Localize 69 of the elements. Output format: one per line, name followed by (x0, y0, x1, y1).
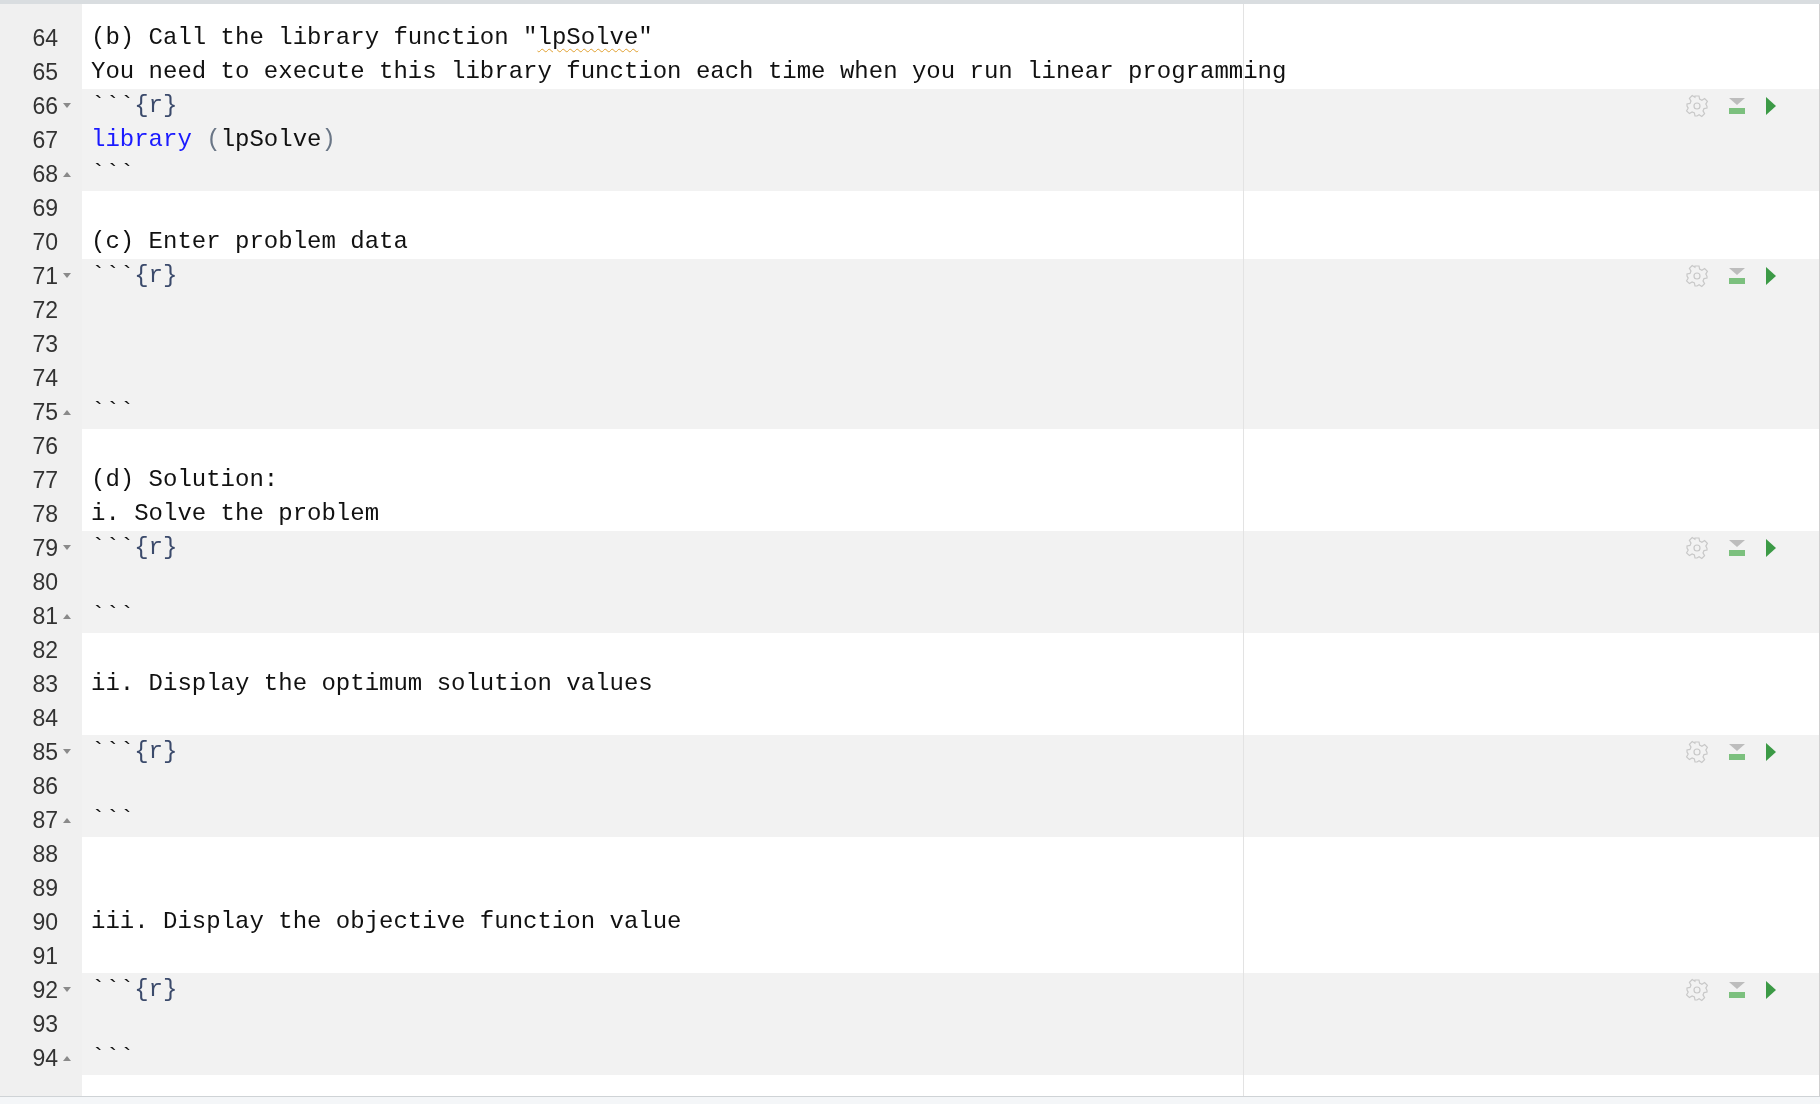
run-above-icon[interactable] (1727, 96, 1747, 116)
fold-up-icon[interactable] (62, 1054, 72, 1062)
fold-up-icon[interactable] (62, 170, 72, 178)
run-chunk-icon[interactable] (1765, 96, 1777, 116)
line-number: 92 (32, 975, 58, 1005)
line-number: 73 (32, 329, 58, 359)
line-number: 69 (32, 193, 58, 223)
line-number: 76 (32, 431, 58, 461)
code-line: ```{r} (90, 737, 178, 767)
run-chunk-icon[interactable] (1765, 266, 1777, 286)
text-line: i. Solve the problem (90, 499, 380, 529)
line-number: 86 (32, 771, 58, 801)
code-line: ```{r} (90, 261, 178, 291)
line-number: 77 (32, 465, 58, 495)
run-chunk-icon[interactable] (1765, 538, 1777, 558)
run-above-icon[interactable] (1727, 742, 1747, 762)
line-number: 70 (32, 227, 58, 257)
fold-up-icon[interactable] (62, 612, 72, 620)
fold-down-icon[interactable] (62, 748, 72, 756)
fold-up-icon[interactable] (62, 408, 72, 416)
line-number: 79 (32, 533, 58, 563)
line-number: 90 (32, 907, 58, 937)
code-line: ```{r} (90, 91, 178, 121)
line-number: 94 (32, 1043, 58, 1073)
fold-down-icon[interactable] (62, 272, 72, 280)
line-number: 66 (32, 91, 58, 121)
line-number: 85 (32, 737, 58, 767)
code-line: ``` (90, 159, 135, 189)
fold-down-icon[interactable] (62, 102, 72, 110)
line-number: 65 (32, 57, 58, 87)
text-line: (c) Enter problem data (90, 227, 408, 257)
code-line: ```{r} (90, 975, 178, 1005)
line-number: 84 (32, 703, 58, 733)
line-number: 93 (32, 1009, 58, 1039)
run-chunk-icon[interactable] (1765, 742, 1777, 762)
text-line: ii. Display the optimum solution values (90, 669, 653, 699)
line-number: 88 (32, 839, 58, 869)
run-above-icon[interactable] (1727, 538, 1747, 558)
text-line: You need to execute this library function each time when you run linear programming (90, 57, 1287, 87)
fold-down-icon[interactable] (62, 544, 72, 552)
run-above-icon[interactable] (1727, 266, 1747, 286)
code-line: library (lpSolve) (90, 125, 336, 155)
line-number: 78 (32, 499, 58, 529)
line-number: 80 (32, 567, 58, 597)
line-number: 72 (32, 295, 58, 325)
line-number: 91 (32, 941, 58, 971)
line-number: 83 (32, 669, 58, 699)
line-number: 81 (32, 601, 58, 631)
run-above-icon[interactable] (1727, 980, 1747, 1000)
run-chunk-icon[interactable] (1765, 980, 1777, 1000)
line-number: 87 (32, 805, 58, 835)
code-line: ``` (90, 805, 135, 835)
line-number: 74 (32, 363, 58, 393)
line-number: 64 (32, 23, 58, 53)
fold-down-icon[interactable] (62, 986, 72, 994)
line-number: 82 (32, 635, 58, 665)
line-number: 68 (32, 159, 58, 189)
code-line: ``` (90, 1043, 135, 1073)
fold-up-icon[interactable] (62, 816, 72, 824)
line-number: 71 (32, 261, 58, 291)
text-line: iii. Display the objective function value (90, 907, 682, 937)
line-number: 75 (32, 397, 58, 427)
code-line: ``` (90, 601, 135, 631)
line-number: 89 (32, 873, 58, 903)
text-line: (d) Solution: (90, 465, 279, 495)
line-number: 67 (32, 125, 58, 155)
code-line: ```{r} (90, 533, 178, 563)
code-line: ``` (90, 397, 135, 427)
text-line: (b) Call the library function "lpSolve" (90, 23, 653, 53)
